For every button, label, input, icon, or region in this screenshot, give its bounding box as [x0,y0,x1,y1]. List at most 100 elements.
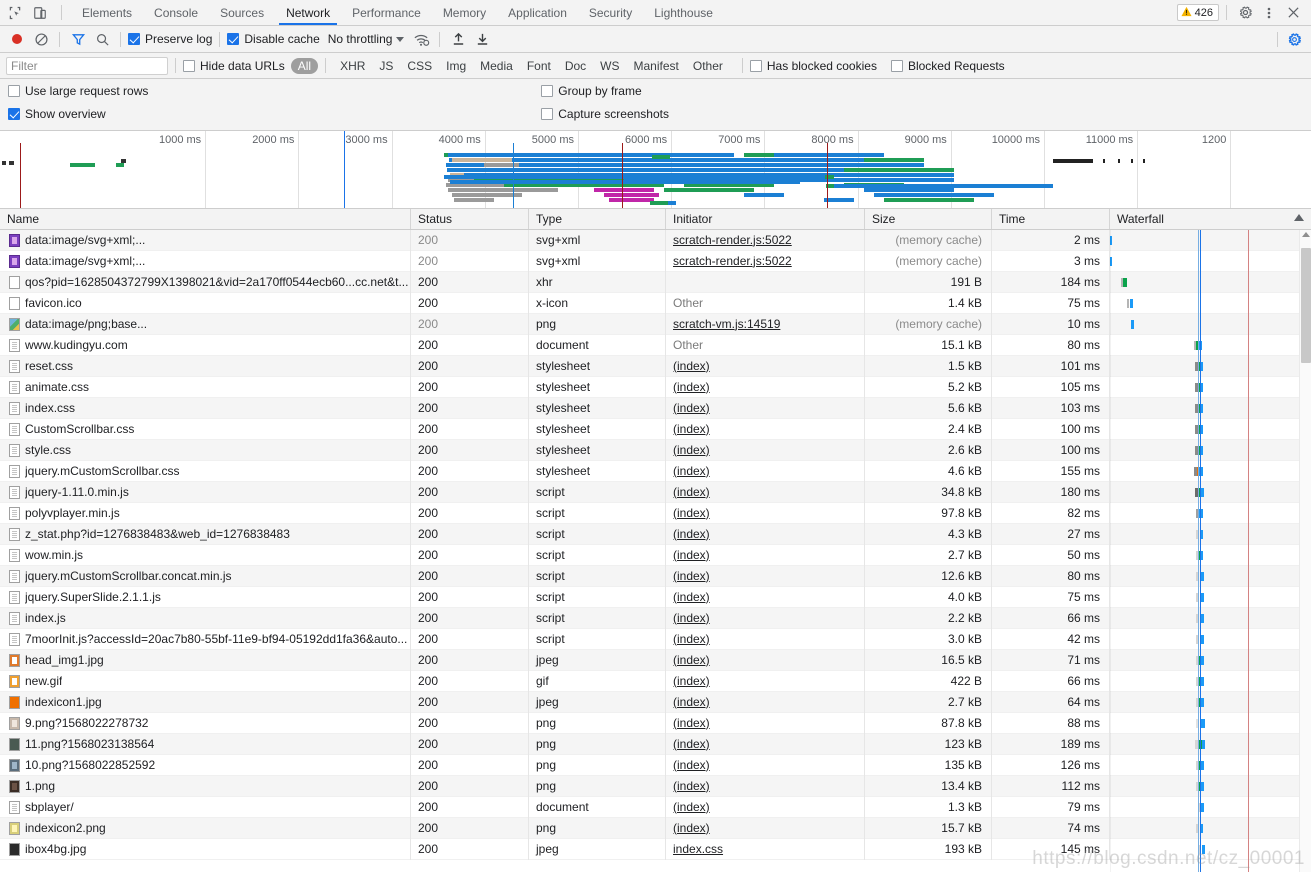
table-row[interactable]: jquery.SuperSlide.2.1.1.js 200 script (inde… [0,586,1311,608]
table-row[interactable]: index.css 200 stylesheet (index) 5.6 kB 103 m… [0,397,1311,419]
cell-initiator[interactable]: index.css [666,838,865,860]
cell-initiator[interactable]: (index) [666,733,865,755]
cell-initiator[interactable]: (index) [666,544,865,566]
warning-count-badge[interactable]: 426 [1176,4,1219,21]
inspect-element-icon[interactable] [6,4,24,22]
cell-initiator[interactable]: (index) [666,628,865,650]
tab-application[interactable]: Application [497,0,578,25]
network-settings-gear-icon[interactable] [1283,28,1305,50]
cell-name[interactable]: jquery.mCustomScrollbar.concat.min.js [0,565,411,587]
cell-name[interactable]: reset.css [0,355,411,377]
cell-name[interactable]: animate.css [0,376,411,398]
table-row[interactable]: www.kudingyu.com 200 document Other 15.1 kB 8… [0,334,1311,356]
column-header-status[interactable]: Status [411,209,529,229]
cell-initiator[interactable]: scratch-vm.js:14519 [666,313,865,335]
cell-initiator[interactable]: (index) [666,481,865,503]
initiator-link[interactable]: (index) [673,464,710,478]
import-har-icon[interactable] [447,28,469,50]
table-row[interactable]: data:image/svg+xml;... 200 svg+xml scratch-… [0,250,1311,272]
initiator-link[interactable]: (index) [673,653,710,667]
cell-name[interactable]: ibox4bg.jpg [0,838,411,860]
tab-memory[interactable]: Memory [432,0,497,25]
cell-name[interactable]: data:image/svg+xml;... [0,250,411,272]
initiator-link[interactable]: (index) [673,800,710,814]
tab-sources[interactable]: Sources [209,0,275,25]
table-row[interactable]: indexicon1.jpg 200 jpeg (index) 2.7 kB 64 ms [0,691,1311,713]
cell-initiator[interactable]: scratch-render.js:5022 [666,230,865,251]
table-row[interactable]: new.gif 200 gif (index) 422 B 66 ms [0,670,1311,692]
table-row[interactable]: reset.css 200 stylesheet (index) 1.5 kB 101 m… [0,355,1311,377]
cell-initiator[interactable]: (index) [666,460,865,482]
table-row[interactable]: 11.png?1568023138564 200 png (index) 123 kB 1… [0,733,1311,755]
table-row[interactable]: polyvplayer.min.js 200 script (index) 97.8 k… [0,502,1311,524]
type-filter-xhr[interactable]: XHR [333,58,372,74]
cell-name[interactable]: index.css [0,397,411,419]
initiator-link[interactable]: (index) [673,443,710,457]
cell-initiator[interactable]: (index) [666,670,865,692]
table-row[interactable]: jquery-1.11.0.min.js 200 script (index) 34.8… [0,481,1311,503]
network-conditions-icon[interactable] [410,28,432,50]
column-header-time[interactable]: Time [992,209,1110,229]
record-button[interactable] [6,28,28,50]
initiator-link[interactable]: (index) [673,779,710,793]
table-row[interactable]: jquery.mCustomScrollbar.css 200 stylesheet… [0,460,1311,482]
cell-name[interactable]: z_stat.php?id=1276838483&web_id=12768384… [0,523,411,545]
table-row[interactable]: favicon.ico 200 x-icon Other 1.4 kB 75 ms [0,292,1311,314]
gear-icon[interactable] [1234,3,1256,23]
initiator-link[interactable]: (index) [673,359,710,373]
cell-initiator[interactable]: scratch-render.js:5022 [666,250,865,272]
hide-data-urls-checkbox[interactable]: Hide data URLs [183,59,285,73]
cell-name[interactable]: sbplayer/ [0,796,411,818]
blocked-requests-checkbox[interactable]: Blocked Requests [890,59,1005,73]
table-row[interactable]: z_stat.php?id=1276838483&web_id=12768384… [0,523,1311,545]
tab-security[interactable]: Security [578,0,643,25]
type-filter-all[interactable]: All [290,57,319,74]
cell-name[interactable]: jquery-1.11.0.min.js [0,481,411,503]
initiator-link[interactable]: (index) [673,590,710,604]
cell-initiator[interactable]: (index) [666,565,865,587]
table-row[interactable]: sbplayer/200 document (index) 1.3 kB 79 ms [0,796,1311,818]
cell-initiator[interactable]: (index) [666,397,865,419]
initiator-link[interactable]: (index) [673,695,710,709]
initiator-link[interactable]: (index) [673,485,710,499]
cell-initiator[interactable]: (index) [666,418,865,440]
tab-console[interactable]: Console [143,0,209,25]
type-filter-doc[interactable]: Doc [558,58,593,74]
scroll-up-arrow-icon[interactable] [1302,232,1310,237]
type-filter-manifest[interactable]: Manifest [627,58,686,74]
initiator-link[interactable]: (index) [673,422,710,436]
cell-initiator[interactable]: (index) [666,649,865,671]
cell-name[interactable]: favicon.ico [0,292,411,314]
table-row[interactable]: animate.css 200 stylesheet (index) 5.2 kB 105… [0,376,1311,398]
cell-initiator[interactable]: (index) [666,502,865,524]
cell-name[interactable]: 9.png?1568022278732 [0,712,411,734]
show-overview-checkbox[interactable]: Show overview [8,107,148,121]
table-row[interactable]: 1.png 200 png (index) 13.4 kB 112 ms [0,775,1311,797]
table-row[interactable]: wow.min.js 200 script (index) 2.7 kB 50 ms [0,544,1311,566]
type-filter-img[interactable]: Img [439,58,473,74]
export-har-icon[interactable] [471,28,493,50]
initiator-link[interactable]: (index) [673,674,710,688]
column-header-waterfall[interactable]: Waterfall [1110,209,1311,229]
table-row[interactable]: data:image/png;base... 200 png scratch-vm.j… [0,313,1311,335]
cell-name[interactable]: index.js [0,607,411,629]
cell-initiator[interactable]: (index) [666,607,865,629]
tab-performance[interactable]: Performance [341,0,432,25]
cell-name[interactable]: 1.png [0,775,411,797]
cell-name[interactable]: CustomScrollbar.css [0,418,411,440]
filter-button[interactable] [67,28,89,50]
table-row[interactable]: data:image/svg+xml;... 200 svg+xml scratch-… [0,230,1311,251]
cell-initiator[interactable]: (index) [666,523,865,545]
cell-initiator[interactable]: (index) [666,712,865,734]
column-header-size[interactable]: Size [865,209,992,229]
initiator-link[interactable]: scratch-render.js:5022 [673,233,792,247]
cell-initiator[interactable]: (index) [666,691,865,713]
initiator-link[interactable]: (index) [673,758,710,772]
close-icon[interactable] [1282,3,1304,23]
has-blocked-cookies-checkbox[interactable]: Has blocked cookies [749,59,877,73]
network-overview[interactable]: 1000 ms 2000 ms 3000 ms 4000 ms 5000 ms 6000 … [0,131,1311,209]
table-row[interactable]: qos?pid=1628504372799X1398021&vid=2a170f… [0,271,1311,293]
initiator-link[interactable]: (index) [673,737,710,751]
cell-name[interactable]: www.kudingyu.com [0,334,411,356]
cell-initiator[interactable]: (index) [666,817,865,839]
